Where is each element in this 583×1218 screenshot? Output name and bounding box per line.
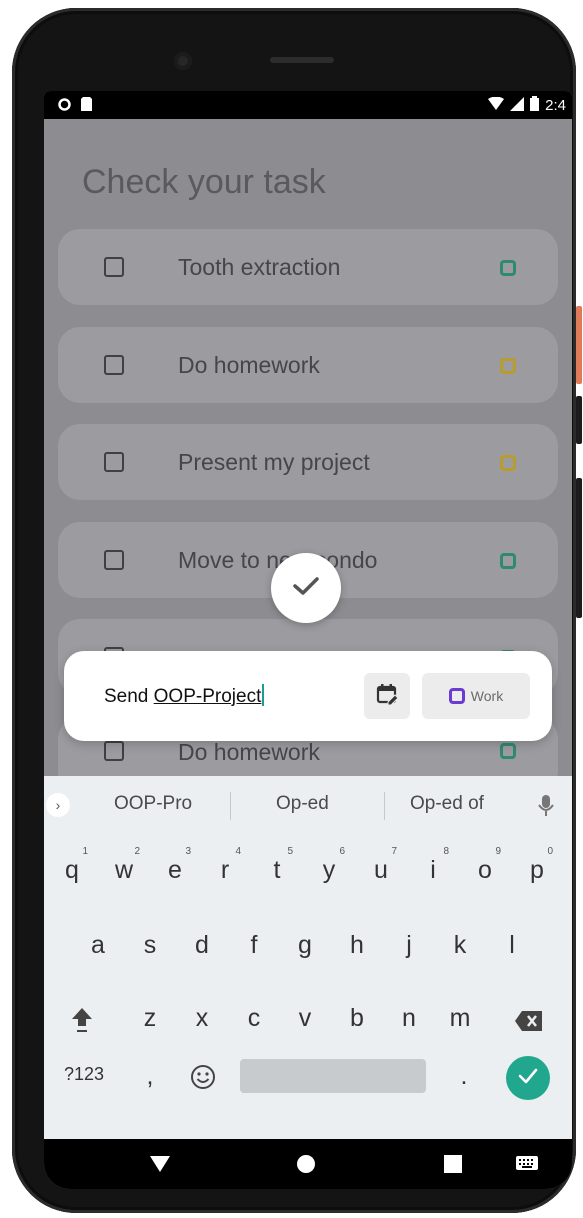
key-h[interactable]: h [337, 931, 377, 960]
key-y[interactable]: y6 [309, 846, 349, 885]
category-button[interactable]: Work [422, 673, 530, 719]
signal-icon [510, 96, 525, 115]
category-tag-icon [500, 260, 516, 276]
side-button-volume-down [576, 478, 582, 618]
task-label: Tooth extraction [178, 254, 341, 280]
task-input[interactable]: Send OOP-Project [104, 684, 265, 708]
suggestion-divider [230, 792, 231, 820]
key-v[interactable]: v [285, 1004, 325, 1033]
status-bar: 2:4 [44, 91, 572, 119]
text-cursor [262, 684, 265, 706]
task-checkbox[interactable] [104, 355, 124, 375]
task-checkbox[interactable] [104, 257, 124, 277]
battery-icon [530, 96, 540, 115]
side-button-volume-up [576, 396, 582, 444]
key-k[interactable]: k [440, 931, 480, 960]
key-t[interactable]: t5 [257, 846, 297, 885]
key-c[interactable]: c [234, 1004, 274, 1033]
category-tag-icon [500, 358, 516, 374]
space-key[interactable] [240, 1059, 426, 1093]
category-tag-icon [500, 455, 516, 471]
key-q[interactable]: q1 [52, 846, 92, 885]
phone-frame: 2:4 Check your task Tooth extraction Do … [12, 8, 582, 1213]
category-color-icon [448, 688, 465, 704]
key-l[interactable]: l [492, 931, 532, 960]
sync-icon [58, 97, 71, 116]
category-tag-icon [500, 553, 516, 569]
task-item[interactable]: Do homework [58, 327, 558, 403]
task-label: Do homework [178, 352, 320, 378]
category-tag-icon [500, 743, 516, 759]
key-j[interactable]: j [389, 931, 429, 960]
home-icon[interactable] [296, 1154, 316, 1179]
category-label: Work [470, 688, 504, 704]
key-comma[interactable]: , [130, 1062, 170, 1091]
sd-card-icon [81, 97, 92, 116]
key-r[interactable]: r4 [205, 846, 245, 885]
task-checkbox[interactable] [104, 741, 124, 761]
key-p[interactable]: p0 [517, 846, 557, 885]
key-f[interactable]: f [234, 931, 274, 960]
recents-icon[interactable] [444, 1155, 462, 1178]
task-item[interactable]: Present my project [58, 424, 558, 500]
task-item[interactable]: Tooth extraction [58, 229, 558, 305]
task-checkbox[interactable] [104, 452, 124, 472]
back-icon[interactable] [149, 1155, 171, 1178]
check-icon [291, 574, 321, 603]
task-input-prefix: Send [104, 686, 154, 707]
expand-suggestions-button[interactable]: › [46, 793, 70, 817]
confirm-task-button[interactable] [271, 553, 341, 623]
calendar-edit-icon [375, 682, 399, 711]
suggestion-item[interactable]: OOP-Pro [114, 793, 192, 815]
wifi-icon [488, 96, 505, 115]
enter-key[interactable] [506, 1056, 550, 1100]
due-date-button[interactable] [364, 673, 410, 719]
key-d[interactable]: d [182, 931, 222, 960]
key-a[interactable]: a [78, 931, 118, 960]
key-s[interactable]: s [130, 931, 170, 960]
status-time: 2:4 [545, 97, 566, 114]
task-label: Present my project [178, 449, 370, 475]
task-input-typed: OOP-Project [153, 686, 262, 707]
symbols-key[interactable]: ?123 [54, 1064, 114, 1085]
backspace-icon[interactable] [514, 1010, 544, 1037]
front-camera [174, 52, 192, 70]
key-m[interactable]: m [440, 1004, 480, 1033]
key-o[interactable]: o9 [465, 846, 505, 885]
page-title: Check your task [82, 163, 326, 201]
task-label: Do homework [178, 739, 320, 765]
navigation-bar [44, 1139, 572, 1189]
keyboard-icon[interactable] [516, 1156, 538, 1177]
new-task-card: Send OOP-Project Work [64, 651, 552, 741]
soft-keyboard: › OOP-Pro Op-ed Op-ed of q1 w2 e3 r4 t5 … [44, 776, 572, 1139]
screen: 2:4 Check your task Tooth extraction Do … [44, 91, 572, 1189]
earpiece-speaker [270, 57, 334, 63]
suggestion-strip: › OOP-Pro Op-ed Op-ed of [44, 776, 572, 834]
key-period[interactable]: . [444, 1062, 484, 1091]
key-n[interactable]: n [389, 1004, 429, 1033]
check-icon [517, 1067, 539, 1090]
key-z[interactable]: z [130, 1004, 170, 1033]
key-w[interactable]: w2 [104, 846, 144, 885]
key-b[interactable]: b [337, 1004, 377, 1033]
key-x[interactable]: x [182, 1004, 222, 1033]
task-checkbox[interactable] [104, 550, 124, 570]
suggestion-divider [384, 792, 385, 820]
key-i[interactable]: i8 [413, 846, 453, 885]
mic-icon[interactable] [538, 794, 554, 823]
key-u[interactable]: u7 [361, 846, 401, 885]
shift-icon[interactable] [70, 1006, 94, 1039]
emoji-icon[interactable] [190, 1064, 216, 1095]
suggestion-item[interactable]: Op-ed of [410, 793, 484, 815]
key-e[interactable]: e3 [155, 846, 195, 885]
key-g[interactable]: g [285, 931, 325, 960]
suggestion-item[interactable]: Op-ed [276, 793, 329, 815]
side-button-power [576, 306, 582, 384]
